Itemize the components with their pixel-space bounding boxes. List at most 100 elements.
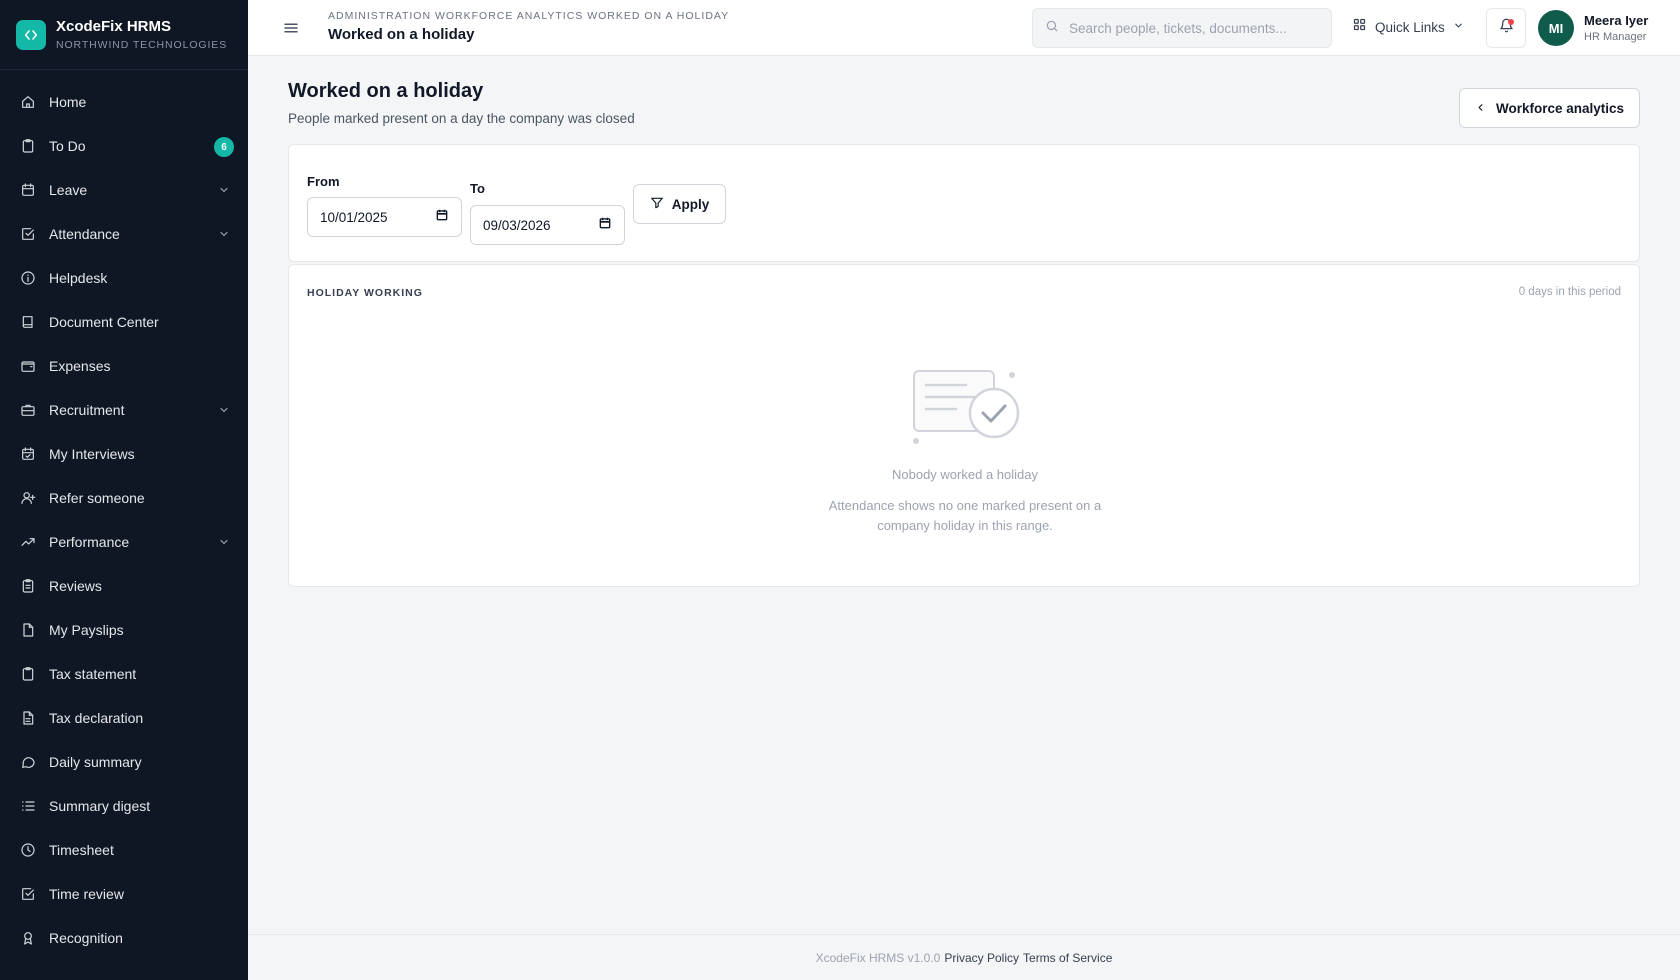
sidebar-item-recruitment[interactable]: Recruitment [0, 388, 248, 432]
sidebar-item-leave[interactable]: Leave [0, 168, 248, 212]
top-bar: ADMINISTRATION WORKFORCE ANALYTICS WORKE… [248, 0, 1680, 56]
sidebar-item-label: My Payslips [49, 622, 124, 638]
global-search[interactable] [1032, 8, 1332, 48]
sidebar-item-label: Recognition [49, 930, 123, 946]
sidebar-item-label: Document Center [49, 314, 159, 330]
hamburger-menu-icon[interactable] [282, 19, 300, 37]
wallet-icon [20, 358, 36, 374]
search-icon [1045, 19, 1059, 38]
sidebar-item-label: Reviews [49, 578, 102, 594]
sidebar-item-label: Tax statement [49, 666, 137, 682]
notifications-button[interactable] [1486, 8, 1526, 48]
sidebar-item-document-center[interactable]: Document Center [0, 300, 248, 344]
sidebar-item-label: Recruitment [49, 402, 125, 418]
brand[interactable]: XcodeFix HRMS NORTHWIND TECHNOLOGIES [0, 0, 248, 70]
calendar-icon [20, 182, 36, 198]
sidebar-item-daily-summary[interactable]: Daily summary [0, 740, 248, 784]
breadcrumb-path: ADMINISTRATION WORKFORCE ANALYTICS WORKE… [328, 10, 730, 22]
sidebar-item-label: Expenses [49, 358, 111, 374]
sidebar-item-attendance[interactable]: Attendance [0, 212, 248, 256]
sidebar-item-time-review[interactable]: Time review [0, 872, 248, 916]
sidebar-item-recognition[interactable]: Recognition [0, 916, 248, 960]
sidebar-item-label: Performance [49, 534, 130, 550]
clipboard-icon [20, 138, 36, 154]
calendar-check-icon [20, 446, 36, 462]
apply-button[interactable]: Apply [633, 184, 726, 224]
check-square-icon [20, 886, 36, 902]
sidebar-item-label: Tax declaration [49, 710, 144, 726]
terms-of-service-link[interactable]: Terms of Service [1023, 951, 1112, 965]
footer: XcodeFix HRMS v1.0.0 Privacy Policy Term… [248, 934, 1680, 980]
trending-up-icon [20, 534, 36, 550]
code-brackets-icon [16, 19, 46, 50]
sidebar-item-label: Timesheet [49, 842, 114, 858]
award-icon [20, 930, 36, 946]
clock-icon [20, 842, 36, 858]
sidebar-item-label: My Interviews [49, 446, 135, 462]
sidebar: XcodeFix HRMS NORTHWIND TECHNOLOGIES Hom… [0, 0, 248, 980]
sidebar-item-expenses[interactable]: Expenses [0, 344, 248, 388]
to-date-input[interactable]: 09/03/2026 [470, 205, 625, 245]
message-circle-icon [20, 754, 36, 770]
user-menu[interactable]: MI Meera Iyer HR Manager [1538, 10, 1648, 46]
filter-icon [650, 196, 672, 213]
breadcrumb: ADMINISTRATION WORKFORCE ANALYTICS WORKE… [328, 10, 729, 43]
workforce-analytics-back-button[interactable]: Workforce analytics [1459, 88, 1640, 128]
from-label: From [307, 174, 340, 189]
sidebar-item-tax-statement[interactable]: Tax statement [0, 652, 248, 696]
calendar-icon [435, 208, 449, 227]
sidebar-item-helpdesk[interactable]: Helpdesk [0, 256, 248, 300]
info-icon [20, 270, 36, 286]
from-date-value: 10/01/2025 [320, 209, 388, 225]
clipboard-list-icon [20, 578, 36, 594]
privacy-policy-link[interactable]: Privacy Policy [944, 951, 1019, 965]
empty-state-illustration-icon [906, 365, 1026, 445]
day-count: 0 days in this period [1518, 286, 1621, 298]
home-icon [20, 94, 36, 110]
sidebar-item-home[interactable]: Home [0, 80, 248, 124]
sidebar-item-reviews[interactable]: Reviews [0, 564, 248, 608]
sidebar-item-my-interviews[interactable]: My Interviews [0, 432, 248, 476]
sidebar-item-label: Summary digest [49, 798, 151, 814]
to-label: To [470, 181, 485, 196]
chevron-down-icon [218, 227, 230, 239]
sidebar-item-label: Helpdesk [49, 270, 108, 286]
list-icon [20, 798, 36, 814]
from-date-input[interactable]: 10/01/2025 [307, 197, 462, 237]
sidebar-item-refer-someone[interactable]: Refer someone [0, 476, 248, 520]
user-name: Meera Iyer [1584, 13, 1649, 28]
todo-count-badge: 6 [214, 137, 234, 157]
book-icon [20, 314, 36, 330]
brand-title: XcodeFix HRMS [56, 18, 172, 35]
user-role: HR Manager [1584, 31, 1647, 43]
briefcase-icon [20, 402, 36, 418]
file-text-icon [20, 710, 36, 726]
back-button-label: Workforce analytics [1495, 100, 1625, 116]
page-subtitle: People marked present on a day the compa… [288, 111, 635, 126]
main-content: Worked on a holiday People marked presen… [248, 56, 1680, 934]
sidebar-item-performance[interactable]: Performance [0, 520, 248, 564]
sidebar-item-to-do[interactable]: To Do 6 [0, 124, 248, 168]
check-square-icon [20, 226, 36, 242]
grid-icon [1352, 17, 1367, 37]
chevron-down-icon [218, 535, 230, 547]
sidebar-item-summary-digest[interactable]: Summary digest [0, 784, 248, 828]
calendar-icon [598, 216, 612, 235]
sidebar-item-tax-declaration[interactable]: Tax declaration [0, 696, 248, 740]
to-date-value: 09/03/2026 [483, 217, 551, 233]
empty-state-title: Nobody worked a holiday [892, 467, 1038, 482]
search-input[interactable] [1069, 20, 1319, 36]
page-title: Worked on a holiday [288, 80, 484, 102]
brand-subtitle: NORTHWIND TECHNOLOGIES [56, 39, 228, 51]
notification-dot [1508, 19, 1514, 25]
sidebar-item-timesheet[interactable]: Timesheet [0, 828, 248, 872]
quick-links-label: Quick Links [1375, 19, 1445, 35]
chevron-left-icon [1475, 101, 1496, 116]
sidebar-item-label: Leave [49, 182, 88, 198]
sidebar-item-my-payslips[interactable]: My Payslips [0, 608, 248, 652]
sidebar-item-label: Home [49, 94, 87, 110]
header-title: Worked on a holiday [328, 26, 475, 43]
file-icon [20, 622, 36, 638]
sidebar-item-label: Refer someone [49, 490, 145, 506]
quick-links-button[interactable]: Quick Links [1352, 17, 1464, 37]
